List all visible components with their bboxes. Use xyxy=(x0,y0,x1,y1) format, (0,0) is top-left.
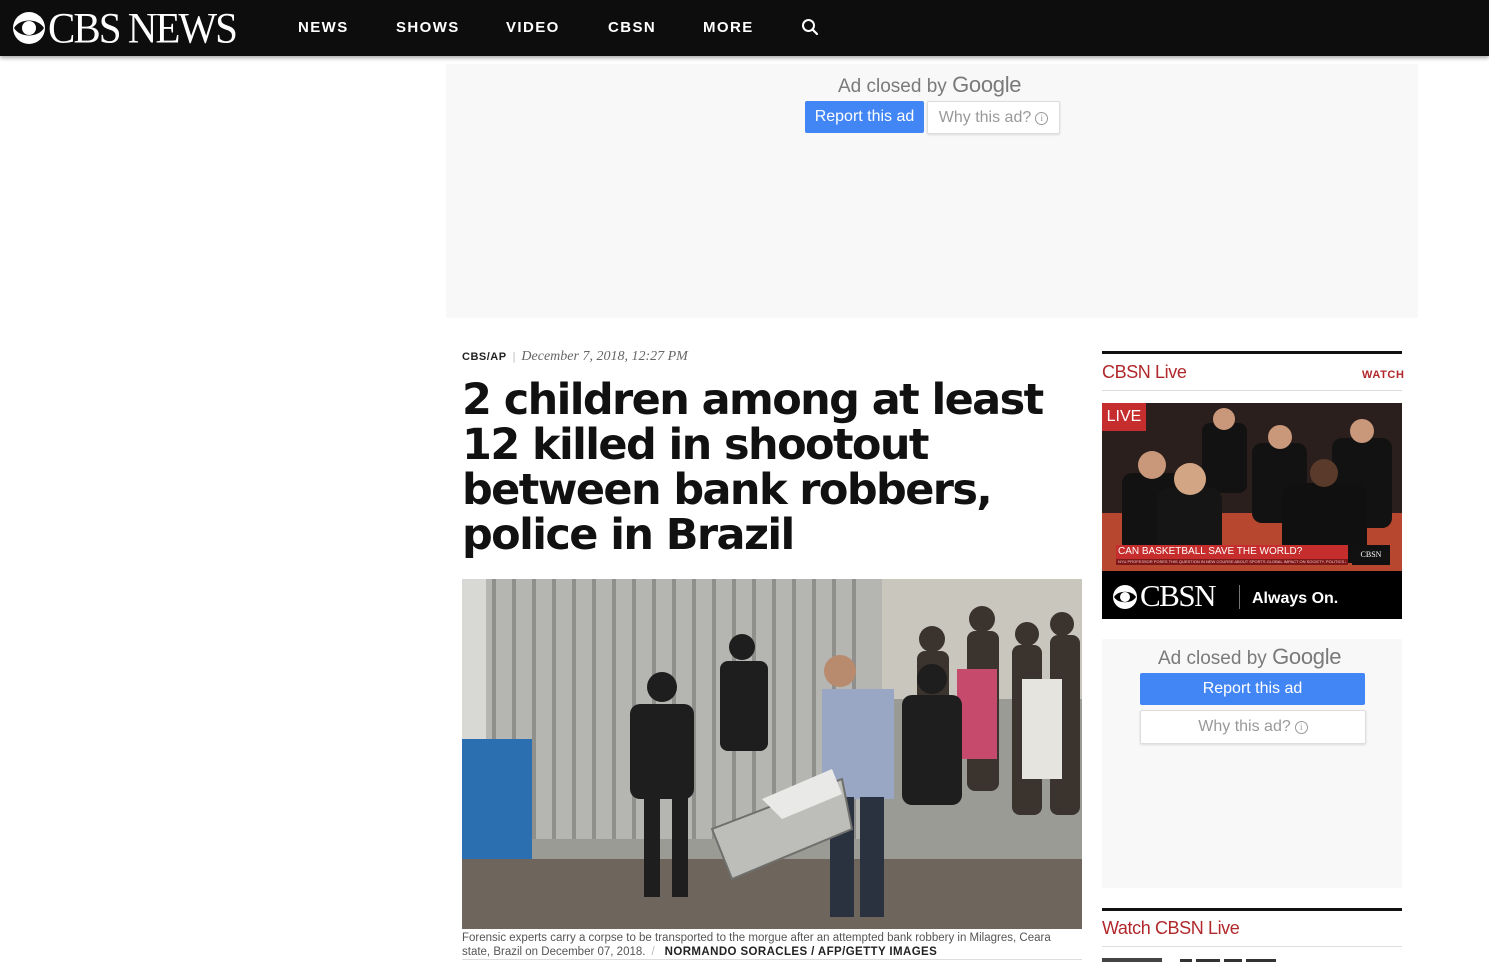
lower-third-headline: CAN BASKETBALL SAVE THE WORLD? xyxy=(1118,546,1303,557)
lower-third-subhead: NYU PROFESSOR POSES THIS QUESTION IN NEW… xyxy=(1118,559,1346,564)
nav-shows[interactable]: SHOWS xyxy=(396,19,460,36)
always-on-tagline: Always On. xyxy=(1252,590,1339,607)
logo-wordmark: CBS NEWS xyxy=(48,3,238,53)
search-icon[interactable] xyxy=(801,18,819,36)
cbsn-title-divider xyxy=(1102,390,1402,391)
article-headline: 2 children among at least 12 killed in s… xyxy=(462,375,1044,560)
top-ad-slot: Ad closed by Google Report this ad Why t… xyxy=(446,64,1418,318)
live-badge: LIVE xyxy=(1102,403,1146,431)
side-ad-closed-prefix: Ad closed by xyxy=(1158,648,1267,669)
cbs-news-logo[interactable]: CBS NEWS xyxy=(12,3,238,53)
nav-cbsn[interactable]: CBSN xyxy=(608,19,656,36)
nav-video[interactable]: VIDEO xyxy=(506,19,560,36)
info-icon: i xyxy=(1035,112,1049,125)
ad-closed-notice: Ad closed by Google xyxy=(838,72,1022,98)
photo-caption: Forensic experts carry a corpse to be tr… xyxy=(462,931,1082,959)
cbsn-live-player[interactable]: LIVE CAN BASKETBALL SAVE THE WORLD? NYU … xyxy=(1102,403,1402,619)
byline-divider: | xyxy=(512,351,516,363)
cbsn-player-wordmark: CBSN xyxy=(1140,578,1216,613)
hero-photo[interactable] xyxy=(462,579,1082,929)
why-this-ad-button[interactable]: Why this ad? i xyxy=(927,101,1060,134)
side-why-this-ad-button[interactable]: Why this ad? i xyxy=(1140,710,1366,744)
photo-credit: NORMANDO SORACLES / AFP/GETTY IMAGES xyxy=(664,946,938,958)
nav-more[interactable]: MORE xyxy=(703,19,754,36)
watch-cbsn-live-title[interactable]: Watch CBSN Live xyxy=(1102,918,1240,939)
cbsn-section-rule xyxy=(1102,351,1402,354)
video-thumbnail[interactable] xyxy=(1102,958,1162,962)
report-ad-button[interactable]: Report this ad xyxy=(805,101,924,133)
side-google-wordmark: Google xyxy=(1272,644,1342,669)
cbsn-live-title[interactable]: CBSN Live xyxy=(1102,362,1187,383)
side-report-ad-button[interactable]: Report this ad xyxy=(1140,673,1365,705)
article-source[interactable]: CBS/AP xyxy=(462,351,507,363)
article-date: December 7, 2018, 12:27 PM xyxy=(521,349,688,364)
cbsn-corner-bug: CBSN xyxy=(1360,550,1382,559)
caption-divider xyxy=(462,959,1082,960)
cbs-eye-icon xyxy=(13,12,45,44)
video-title-cutoff xyxy=(1180,959,1276,962)
why-this-ad-label: Why this ad? xyxy=(938,109,1032,126)
watch-link[interactable]: WATCH xyxy=(1362,369,1405,381)
caption-slash: / xyxy=(651,946,655,958)
google-wordmark: Google xyxy=(952,72,1022,97)
nav-news[interactable]: NEWS xyxy=(298,19,349,36)
side-ad-slot: Ad closed by Google Report this ad Why t… xyxy=(1102,639,1402,888)
ad-closed-prefix: Ad closed by xyxy=(838,76,947,97)
watch-section-rule xyxy=(1102,908,1402,911)
article-byline: CBS/AP | December 7, 2018, 12:27 PM xyxy=(462,349,688,365)
top-navigation-bar: CBS NEWS NEWS SHOWS VIDEO CBSN MORE xyxy=(0,0,1489,56)
side-info-icon: i xyxy=(1294,721,1308,734)
side-ad-closed-notice: Ad closed by Google xyxy=(1158,644,1342,670)
watch-title-divider xyxy=(1102,946,1402,947)
side-why-this-ad-label: Why this ad? xyxy=(1198,718,1291,735)
